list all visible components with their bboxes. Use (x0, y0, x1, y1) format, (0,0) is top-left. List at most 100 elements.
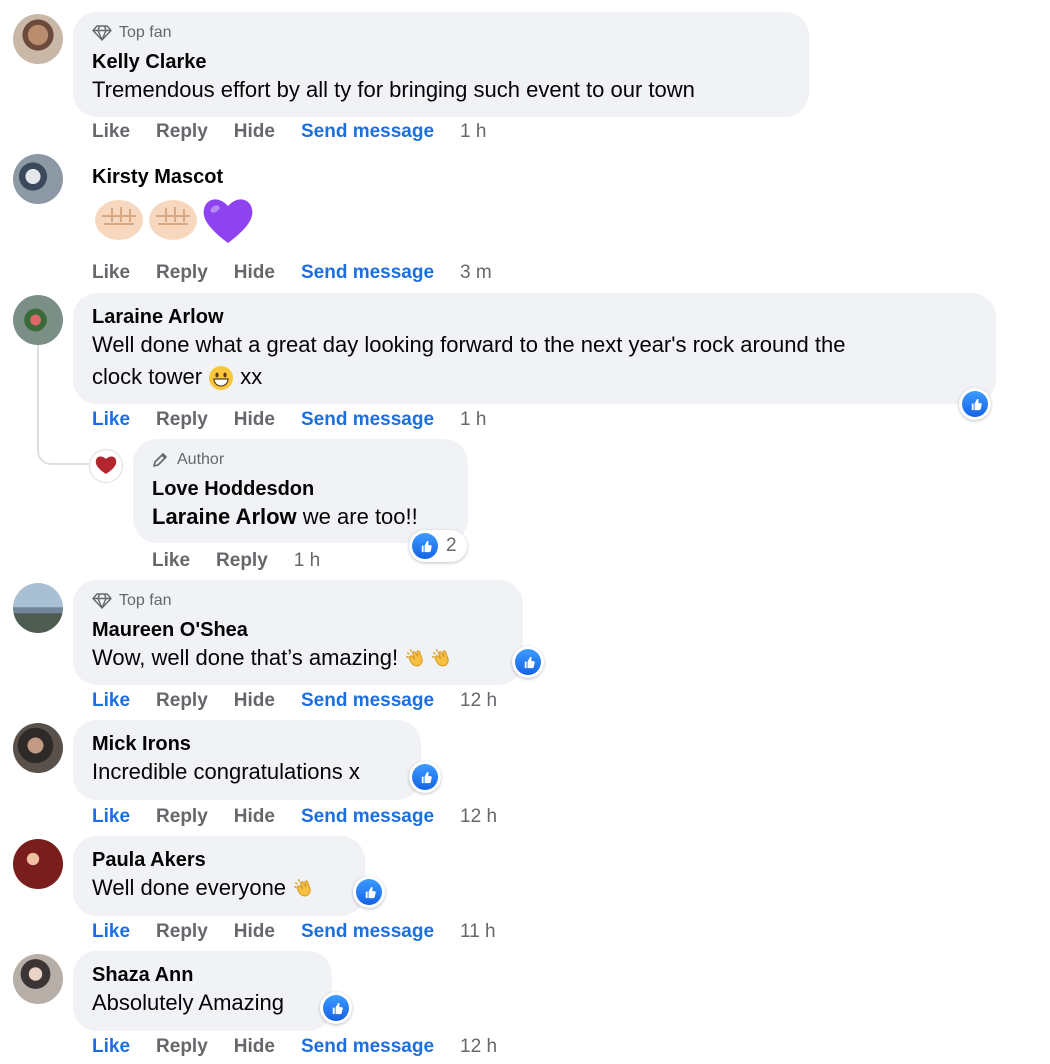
comment-actions: Like Reply Hide Send message 12 h (92, 1036, 523, 1058)
love-hoddesdon-logo (95, 456, 117, 474)
comment-text: Well done what a great day looking forwa… (92, 329, 977, 393)
like-button[interactable]: Like (92, 1036, 130, 1058)
comment-text-line1: Well done what a great day looking forwa… (92, 332, 846, 357)
commenter-name[interactable]: Laraine Arlow (92, 305, 977, 329)
like-reaction[interactable] (959, 388, 991, 420)
comment-actions: Like Reply Hide Send message 12 h (92, 690, 523, 712)
send-message-button[interactable]: Send message (301, 806, 434, 828)
comment-text: Wow, well done that’s amazing! (92, 642, 504, 674)
commenter-name[interactable]: Shaza Ann (92, 963, 313, 987)
send-message-button[interactable]: Send message (301, 690, 434, 712)
comment-actions: Like Reply Hide Send message 1 h (92, 409, 512, 431)
comment-bubble: Paula Akers Well done everyone (73, 836, 365, 916)
badge-label: Top fan (119, 24, 172, 41)
like-reaction[interactable] (353, 876, 385, 908)
timestamp[interactable]: 1 h (460, 409, 486, 431)
send-message-button[interactable]: Send message (301, 121, 434, 143)
avatar[interactable] (89, 449, 123, 483)
like-button[interactable]: Like (92, 921, 130, 943)
like-button[interactable]: Like (92, 262, 130, 284)
avatar[interactable] (13, 295, 63, 345)
reply-button[interactable]: Reply (156, 262, 208, 284)
clapping-hands-emoji (292, 876, 318, 902)
like-button[interactable]: Like (92, 121, 130, 143)
reply-button[interactable]: Reply (156, 806, 208, 828)
timestamp[interactable]: 3 m (460, 262, 492, 284)
send-message-button[interactable]: Send message (301, 921, 434, 943)
comment-bubble: Mick Irons Incredible congratulations x (73, 720, 421, 800)
hide-button[interactable]: Hide (234, 921, 275, 943)
like-button[interactable]: Like (92, 409, 130, 431)
like-reaction[interactable] (512, 646, 544, 678)
like-button[interactable]: Like (152, 550, 190, 572)
clapping-hands-emoji (430, 646, 456, 672)
avatar[interactable] (13, 14, 63, 64)
avatar[interactable] (13, 954, 63, 1004)
fist-emoji (149, 200, 197, 240)
comment-actions: Like Reply Hide Send message 12 h (92, 806, 523, 828)
comment-text: Well done everyone (92, 872, 346, 904)
send-message-button[interactable]: Send message (301, 409, 434, 431)
like-button[interactable]: Like (92, 806, 130, 828)
commenter-name[interactable]: Mick Irons (92, 732, 402, 756)
comment-bubble: Top fan Kelly Clarke Tremendous effort b… (73, 12, 809, 117)
pen-icon (153, 453, 167, 467)
hide-button[interactable]: Hide (234, 121, 275, 143)
reply-button[interactable]: Reply (156, 1036, 208, 1058)
reply-bubble: Author Love Hoddesdon Laraine Arlow we a… (133, 439, 468, 543)
timestamp[interactable]: 11 h (460, 921, 496, 943)
hide-button[interactable]: Hide (234, 806, 275, 828)
emoji-reaction-text (92, 194, 256, 246)
clapping-hands-emoji (404, 646, 430, 672)
timestamp[interactable]: 1 h (460, 121, 486, 143)
comment-actions: Like Reply Hide Send message 3 m (92, 262, 518, 284)
avatar[interactable] (13, 839, 63, 889)
send-message-button[interactable]: Send message (301, 1036, 434, 1058)
diamond-icon (92, 25, 112, 41)
thumbs-up-icon (418, 770, 433, 785)
mention-link[interactable]: Laraine Arlow (152, 504, 297, 529)
send-message-button[interactable]: Send message (301, 262, 434, 284)
timestamp[interactable]: 12 h (460, 806, 497, 828)
hide-button[interactable]: Hide (234, 1036, 275, 1058)
reply-text: we are too!! (302, 504, 418, 529)
comment-actions: Like Reply Hide Send message 1 h (92, 121, 512, 143)
commenter-name[interactable]: Kirsty Mascot (92, 165, 223, 189)
thumbs-up-icon (329, 1001, 344, 1016)
reply-button[interactable]: Reply (156, 409, 208, 431)
comment-text: Tremendous effort by all ty for bringing… (92, 77, 695, 102)
top-fan-badge: Top fan (92, 592, 504, 610)
timestamp[interactable]: 12 h (460, 690, 497, 712)
like-reaction[interactable] (409, 761, 441, 793)
avatar[interactable] (13, 154, 63, 204)
comment-text-body: Wow, well done that’s amazing! (92, 645, 399, 670)
hide-button[interactable]: Hide (234, 690, 275, 712)
hide-button[interactable]: Hide (234, 409, 275, 431)
like-button[interactable]: Like (92, 690, 130, 712)
comment-bubble: Laraine Arlow Well done what a great day… (73, 293, 996, 404)
reply-button[interactable]: Reply (156, 921, 208, 943)
avatar[interactable] (13, 583, 63, 633)
reaction-count[interactable]: 2 (409, 530, 467, 562)
commenter-name[interactable]: Love Hoddesdon (152, 477, 449, 501)
thumbs-up-icon (362, 885, 377, 900)
reply-button[interactable]: Reply (156, 690, 208, 712)
reply-button[interactable]: Reply (216, 550, 268, 572)
thumbs-up-icon (418, 539, 433, 554)
timestamp[interactable]: 12 h (460, 1036, 497, 1058)
commenter-name[interactable]: Maureen O'Shea (92, 618, 504, 642)
like-reaction[interactable] (320, 992, 352, 1024)
timestamp[interactable]: 1 h (294, 550, 320, 572)
badge-label: Top fan (119, 592, 172, 609)
reply-button[interactable]: Reply (156, 121, 208, 143)
comment-actions: Like Reply 1 h (152, 550, 346, 572)
commenter-name[interactable]: Kelly Clarke (92, 50, 790, 74)
reaction-count-value: 2 (446, 535, 457, 556)
hide-button[interactable]: Hide (234, 262, 275, 284)
previous-comment-remnant (260, 0, 280, 2)
grinning-emoji (209, 366, 234, 391)
author-badge: Author (152, 451, 449, 469)
commenter-name[interactable]: Paula Akers (92, 848, 346, 872)
avatar[interactable] (13, 723, 63, 773)
comment-text: Laraine Arlow we are too!! (152, 501, 449, 533)
